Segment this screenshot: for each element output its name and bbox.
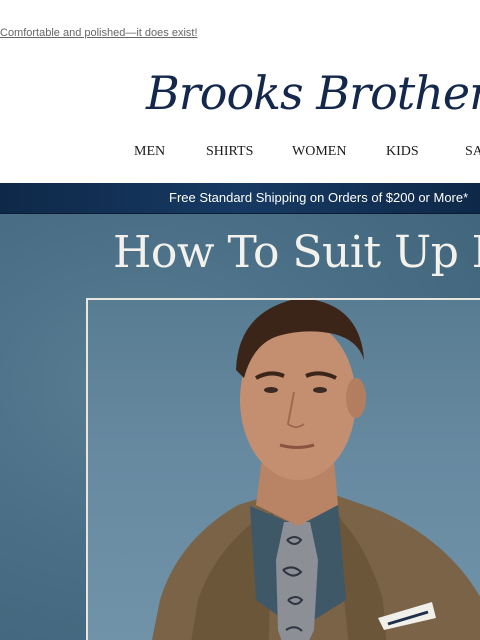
left-eye (264, 387, 278, 393)
hero-title: How To Suit Up No (113, 227, 480, 278)
nav-item-sale[interactable]: SA (465, 144, 480, 160)
nav-item-kids[interactable]: KIDS (386, 144, 419, 160)
hero-banner[interactable]: How To Suit Up No (0, 214, 480, 640)
preheader-link[interactable]: Comfortable and polished—it does exist! (0, 27, 198, 39)
paisley-tie (276, 522, 318, 640)
ear (346, 378, 366, 418)
nav-item-women[interactable]: WOMEN (292, 144, 346, 160)
hero-photo[interactable] (86, 298, 480, 640)
email-page: Comfortable and polished—it does exist! … (0, 0, 480, 640)
shipping-promo-text[interactable]: Free Standard Shipping on Orders of $200… (169, 190, 468, 205)
right-eye (313, 387, 327, 393)
brand-logo[interactable]: Brooks Brothers (146, 62, 480, 124)
model-photo-illustration (152, 300, 480, 640)
nav-item-shirts[interactable]: SHIRTS (206, 144, 253, 160)
main-nav: MEN SHIRTS WOMEN KIDS SA (0, 144, 480, 162)
nav-item-men[interactable]: MEN (134, 144, 165, 160)
shipping-promo-bar[interactable]: Free Standard Shipping on Orders of $200… (0, 183, 480, 214)
